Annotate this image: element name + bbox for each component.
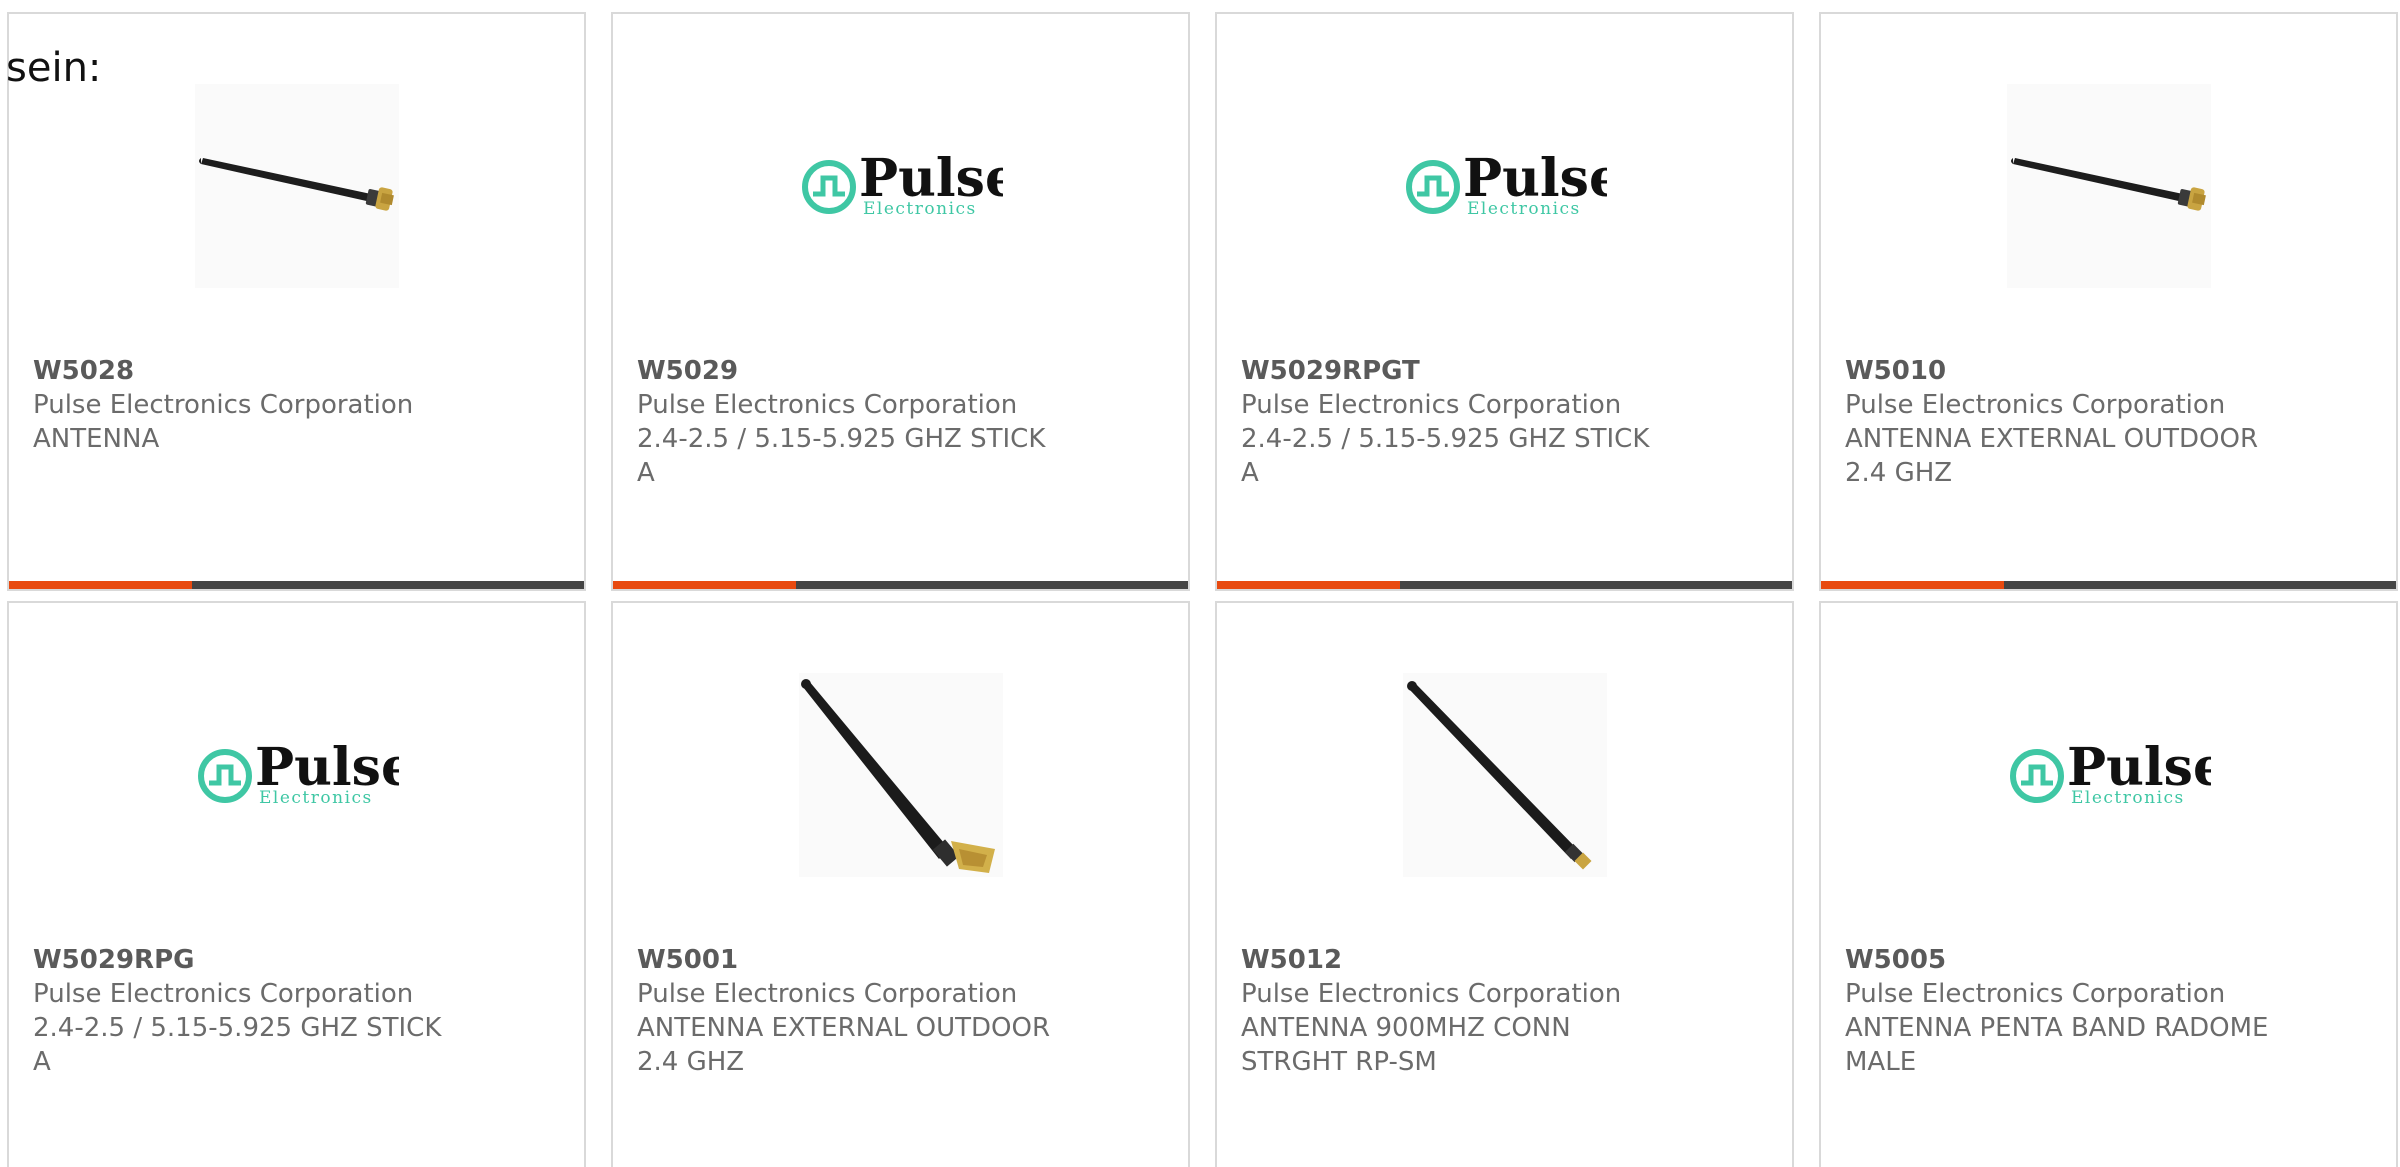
product-info: W5012 Pulse Electronics Corporation ANTENN… bbox=[1241, 943, 1768, 1079]
card-accent-stripe bbox=[9, 581, 192, 589]
product-listing-page: sein: W5028 Pulse Electronics Corporation… bbox=[0, 0, 2400, 1167]
product-image[interactable]: Pulse Electronics bbox=[799, 84, 1003, 288]
intro-text: sein: bbox=[6, 45, 102, 91]
part-number[interactable]: W5001 bbox=[637, 943, 1164, 977]
product-description: ANTENNA PENTA BAND RADOME MALE bbox=[1845, 1013, 2269, 1077]
product-info: W5001 Pulse Electronics Corporation ANTENN… bbox=[637, 943, 1164, 1079]
antenna-photo bbox=[199, 158, 394, 211]
product-card[interactable]: W5010 Pulse Electronics Corporation ANTENN… bbox=[1819, 12, 2398, 591]
manufacturer-name: Pulse Electronics Corporation bbox=[1845, 390, 2226, 420]
svg-text:Electronics: Electronics bbox=[863, 199, 977, 219]
product-image[interactable] bbox=[1403, 673, 1607, 877]
product-image[interactable] bbox=[2007, 84, 2211, 288]
product-image[interactable]: Pulse Electronics bbox=[1403, 84, 1607, 288]
product-image[interactable] bbox=[799, 673, 1003, 877]
product-description: 2.4-2.5 / 5.15-5.925 GHZ STICK A bbox=[637, 424, 1046, 488]
manufacturer-name: Pulse Electronics Corporation bbox=[1241, 979, 1622, 1009]
card-bottom-bar bbox=[9, 581, 584, 589]
card-accent-stripe bbox=[1821, 581, 2004, 589]
part-number[interactable]: W5029RPGT bbox=[1241, 354, 1768, 388]
product-info: W5010 Pulse Electronics Corporation ANTENN… bbox=[1845, 354, 2372, 490]
product-grid: W5028 Pulse Electronics Corporation ANTENN… bbox=[7, 12, 2398, 1167]
pulse-electronics-logo: Pulse Electronics bbox=[198, 737, 399, 808]
product-card[interactable]: Pulse Electronics W5029 Pulse Electronics … bbox=[611, 12, 1190, 591]
part-number[interactable]: W5012 bbox=[1241, 943, 1768, 977]
card-bottom-bar bbox=[1217, 581, 1792, 589]
part-number[interactable]: W5028 bbox=[33, 354, 560, 388]
manufacturer-name: Pulse Electronics Corporation bbox=[1241, 390, 1622, 420]
product-image[interactable]: Pulse Electronics bbox=[195, 673, 399, 877]
part-number[interactable]: W5005 bbox=[1845, 943, 2372, 977]
antenna-photo bbox=[1407, 681, 1592, 870]
manufacturer-name: Pulse Electronics Corporation bbox=[33, 390, 414, 420]
card-accent-stripe bbox=[1217, 581, 1400, 589]
product-image[interactable] bbox=[195, 84, 399, 288]
product-description: 2.4-2.5 / 5.15-5.925 GHZ STICK A bbox=[1241, 424, 1650, 488]
product-info: W5029RPG Pulse Electronics Corporation 2.4… bbox=[33, 943, 560, 1079]
manufacturer-name: Pulse Electronics Corporation bbox=[1845, 979, 2226, 1009]
part-number[interactable]: W5029RPG bbox=[33, 943, 560, 977]
product-info: W5028 Pulse Electronics Corporation ANTENN… bbox=[33, 354, 560, 456]
product-image[interactable]: Pulse Electronics bbox=[2007, 673, 2211, 877]
product-description: ANTENNA 900MHZ CONN STRGHT RP-SM bbox=[1241, 1013, 1571, 1077]
product-card[interactable]: W5012 Pulse Electronics Corporation ANTENN… bbox=[1215, 601, 1794, 1167]
pulse-electronics-logo: Pulse Electronics bbox=[1406, 148, 1607, 219]
card-bottom-bar bbox=[613, 581, 1188, 589]
product-card[interactable]: W5001 Pulse Electronics Corporation ANTENN… bbox=[611, 601, 1190, 1167]
svg-text:Electronics: Electronics bbox=[259, 788, 373, 808]
pulse-electronics-logo: Pulse Electronics bbox=[802, 148, 1003, 219]
product-description: ANTENNA bbox=[33, 424, 160, 454]
pulse-electronics-logo: Pulse Electronics bbox=[2010, 737, 2211, 808]
manufacturer-name: Pulse Electronics Corporation bbox=[33, 979, 414, 1009]
svg-text:Electronics: Electronics bbox=[2071, 788, 2185, 808]
manufacturer-name: Pulse Electronics Corporation bbox=[637, 390, 1018, 420]
card-bottom-bar bbox=[1821, 581, 2396, 589]
product-card[interactable]: Pulse Electronics W5005 Pulse Electronics … bbox=[1819, 601, 2398, 1167]
product-card[interactable]: W5028 Pulse Electronics Corporation ANTENN… bbox=[7, 12, 586, 591]
part-number[interactable]: W5010 bbox=[1845, 354, 2372, 388]
product-description: ANTENNA EXTERNAL OUTDOOR 2.4 GHZ bbox=[1845, 424, 2259, 488]
card-accent-stripe bbox=[613, 581, 796, 589]
product-info: W5029 Pulse Electronics Corporation 2.4-2.… bbox=[637, 354, 1164, 490]
manufacturer-name: Pulse Electronics Corporation bbox=[637, 979, 1018, 1009]
part-number[interactable]: W5029 bbox=[637, 354, 1164, 388]
svg-text:Electronics: Electronics bbox=[1467, 199, 1581, 219]
antenna-photo bbox=[801, 679, 995, 873]
antenna-photo bbox=[2011, 158, 2206, 211]
product-description: 2.4-2.5 / 5.15-5.925 GHZ STICK A bbox=[33, 1013, 442, 1077]
product-card[interactable]: Pulse Electronics W5029RPG Pulse Electroni… bbox=[7, 601, 586, 1167]
product-description: ANTENNA EXTERNAL OUTDOOR 2.4 GHZ bbox=[637, 1013, 1051, 1077]
product-info: W5029RPGT Pulse Electronics Corporation 2.… bbox=[1241, 354, 1768, 490]
product-info: W5005 Pulse Electronics Corporation ANTENN… bbox=[1845, 943, 2372, 1079]
product-card[interactable]: Pulse Electronics W5029RPGT Pulse Electron… bbox=[1215, 12, 1794, 591]
